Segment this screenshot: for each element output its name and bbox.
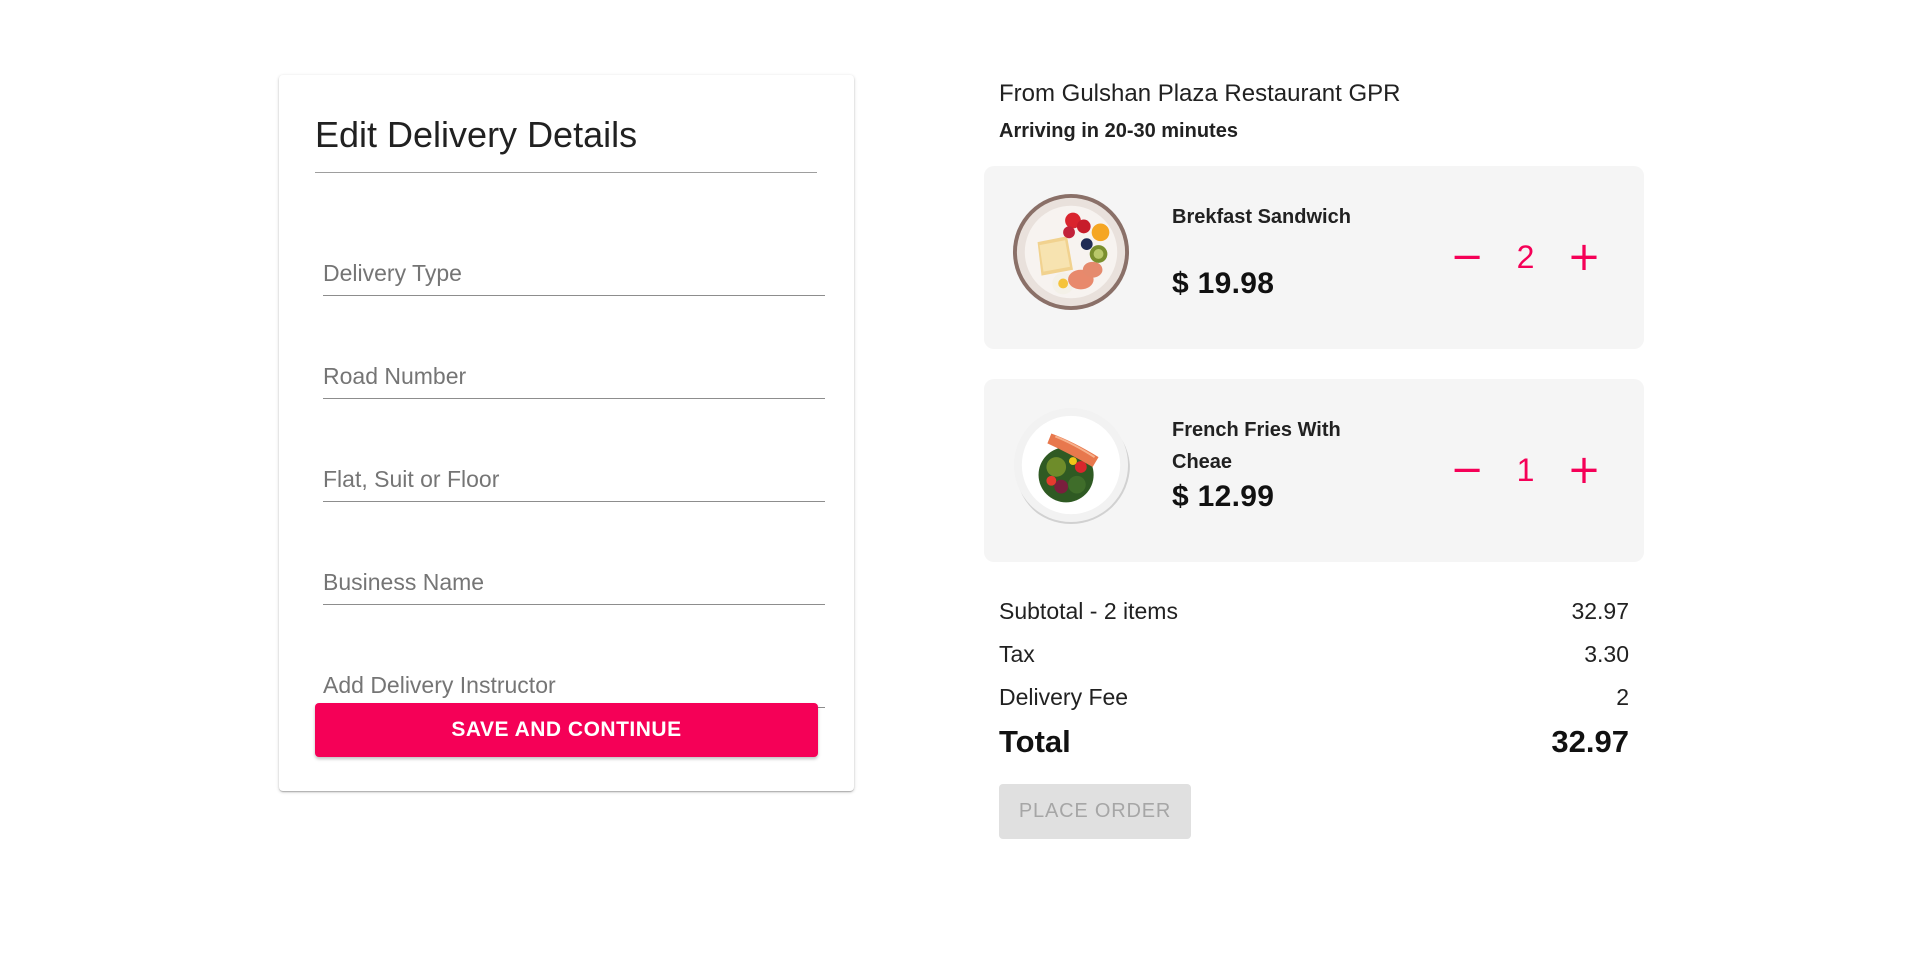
business-name-field [323, 552, 825, 605]
title-divider [315, 172, 817, 173]
delivery-type-input[interactable] [323, 260, 825, 287]
flat-suit-floor-field [323, 449, 825, 502]
place-order-button[interactable]: PLACE ORDER [999, 784, 1191, 839]
quantity-stepper: − 2 + [1442, 232, 1612, 282]
form-title: Edit Delivery Details [315, 114, 638, 155]
total-label: Total [999, 724, 1071, 759]
item-name: French Fries With Cheae [1172, 419, 1341, 473]
tax-row: Tax 3.30 [999, 641, 1629, 668]
restaurant-name: From Gulshan Plaza Restaurant GPR [999, 80, 1401, 107]
subtotal-label: Subtotal - 2 items [999, 598, 1178, 624]
flat-suit-floor-input[interactable] [323, 466, 825, 493]
checkout-page: Edit Delivery Details SAVE AND CONTINUE … [0, 0, 1920, 972]
subtotal-row: Subtotal - 2 items 32.97 [999, 598, 1629, 625]
tax-label: Tax [999, 641, 1035, 667]
quantity-stepper: − 1 + [1442, 445, 1612, 495]
salmon-salad-plate-icon [1013, 407, 1130, 524]
total-value: 32.97 [1551, 724, 1629, 759]
road-number-input[interactable] [323, 363, 825, 390]
item-name: Brekfast Sandwich [1172, 206, 1351, 228]
delivery-instructions-field [323, 655, 825, 708]
road-number-field [323, 346, 825, 399]
item-price: $ 19.98 [1172, 267, 1275, 300]
delivery-fee-row: Delivery Fee 2 [999, 684, 1629, 711]
breakfast-plate-icon [1012, 193, 1130, 311]
cart-item-card: French Fries With Cheae $ 12.99 − 1 + [984, 379, 1644, 562]
decrease-quantity-button[interactable]: − [1442, 232, 1492, 282]
decrease-quantity-button[interactable]: − [1442, 445, 1492, 495]
business-name-input[interactable] [323, 569, 825, 596]
subtotal-value: 32.97 [1571, 598, 1629, 624]
delivery-type-field [323, 243, 825, 296]
item-price: $ 12.99 [1172, 480, 1275, 513]
delivery-fee-label: Delivery Fee [999, 684, 1129, 710]
delivery-instructions-input[interactable] [323, 672, 825, 699]
save-and-continue-button[interactable]: SAVE AND CONTINUE [315, 703, 818, 757]
delivery-details-card: Edit Delivery Details SAVE AND CONTINUE [279, 75, 854, 791]
cart-item-card: Brekfast Sandwich $ 19.98 − 2 + [984, 166, 1644, 349]
quantity-value: 1 [1516, 452, 1535, 488]
increase-quantity-button[interactable]: + [1559, 445, 1609, 495]
tax-value: 3.30 [1584, 641, 1629, 667]
total-row: Total 32.97 [999, 724, 1629, 760]
arrival-estimate: Arriving in 20-30 minutes [999, 120, 1238, 142]
increase-quantity-button[interactable]: + [1559, 232, 1609, 282]
quantity-value: 2 [1516, 239, 1535, 275]
delivery-fee-value: 2 [1616, 684, 1629, 710]
